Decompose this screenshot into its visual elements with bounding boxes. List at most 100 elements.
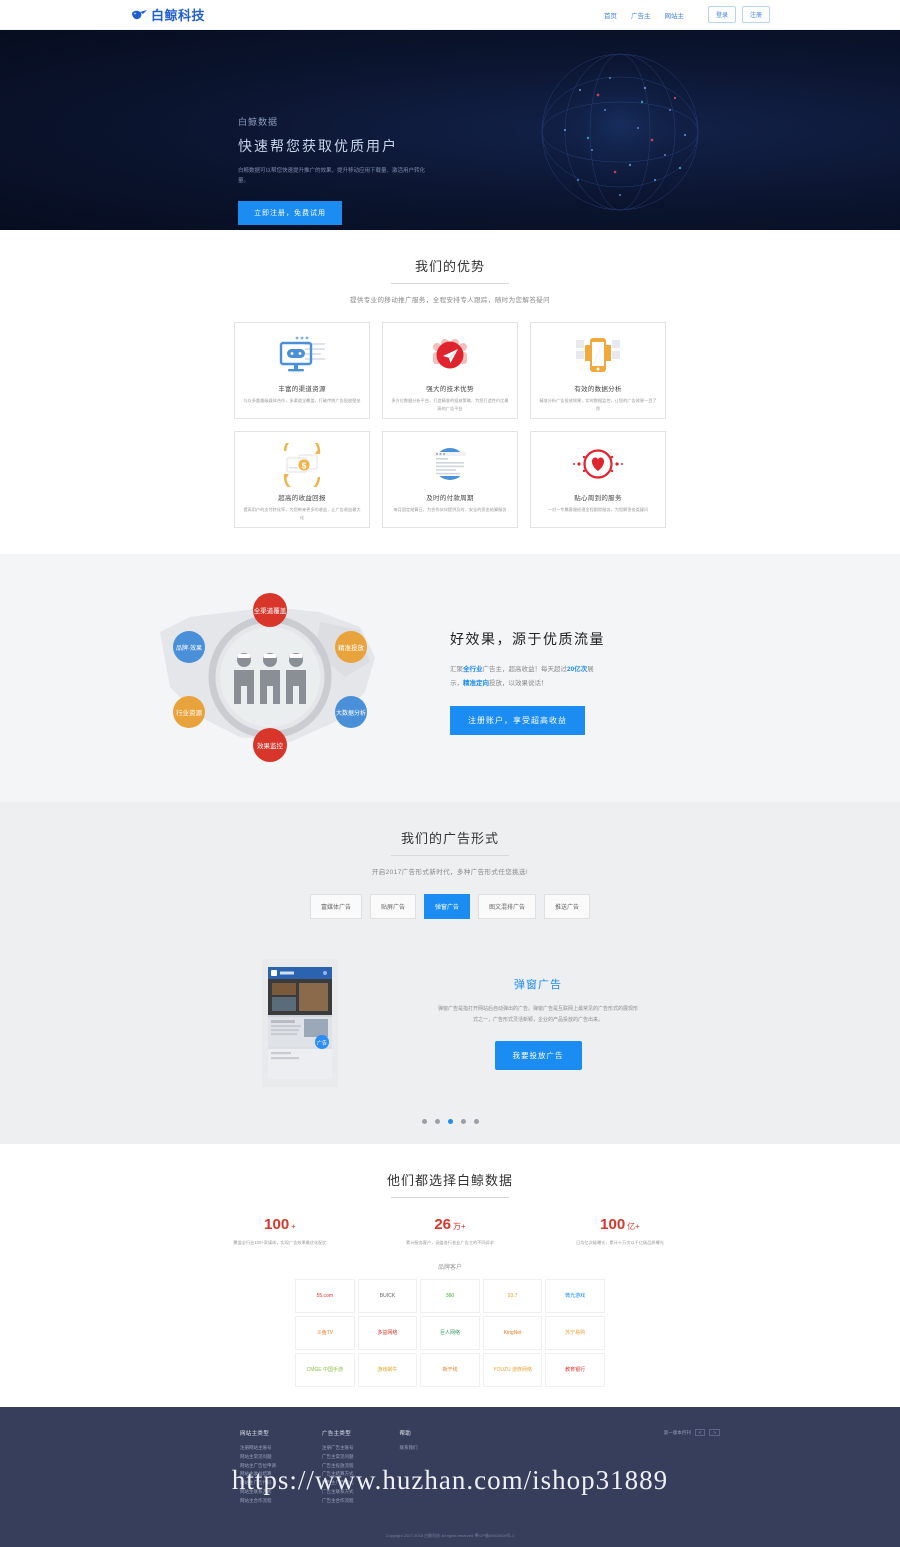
- advantage-card[interactable]: 强大的技术优势 多方位数据分析平台，打造精准的投放策略，为您打造性价比最高的广告…: [382, 322, 518, 419]
- footer-link[interactable]: 网站主收益结算: [240, 1470, 276, 1479]
- client-logo[interactable]: 55.com: [295, 1279, 355, 1314]
- footer-link[interactable]: 广告主常见问题: [322, 1453, 354, 1462]
- carousel-dot-active[interactable]: [447, 1119, 453, 1124]
- client-logo[interactable]: 苏宁易购: [545, 1316, 605, 1351]
- hero-content: 白鲸数据 快速帮您获取优质用户 白鲸数据可以帮您快速提升推广的效果，提升移动应用…: [238, 115, 538, 225]
- client-logo[interactable]: 游戏蜗牛: [357, 1353, 418, 1388]
- footer-link[interactable]: 网站主常见问题: [240, 1453, 276, 1462]
- heart-service-icon: [539, 442, 657, 488]
- client-logo[interactable]: KingNet: [482, 1316, 543, 1351]
- traffic-text-block: 好效果，源于优质流量 汇聚全行业广告主，超高收益！每天超过20亿次展示，精准定向…: [450, 619, 720, 736]
- place-ad-button[interactable]: 我要投放广告: [494, 1041, 582, 1070]
- footer-link[interactable]: 广告主投放流程: [322, 1462, 354, 1471]
- advantage-card[interactable]: 贴心周到的服务 一对一专属客服经理全程跟踪服务，为您解答各类疑问: [530, 431, 666, 528]
- ad-showcase: 广告 弹窗广告 弹窗广告是指打开网站后自动弹出的广告。弹窗广告是互联网上最常见的…: [120, 959, 780, 1087]
- register-button[interactable]: 注册: [741, 6, 770, 23]
- advantage-card[interactable]: 丰富的渠道资源 与众多重量级媒体合作，多渠道全覆盖，打破传统广告投放壁垒: [234, 322, 370, 419]
- ad-showcase-title: 弹窗广告: [514, 979, 562, 991]
- footer-column-title: 网站主类型: [240, 1431, 270, 1438]
- logo-text: 白鲸科技: [151, 8, 206, 23]
- footer-link[interactable]: 联系我们: [400, 1444, 418, 1453]
- advantage-card-desc: 提高用户的支付转化率，为您带来更多的收益，让广告收益最大化: [243, 507, 361, 520]
- header-inner: 白鲸科技 首页 广告主 网站主 登录 注册: [130, 5, 770, 24]
- carousel-dot[interactable]: [434, 1119, 440, 1124]
- client-logo[interactable]: 斗鱼TV: [295, 1316, 355, 1351]
- ad-formats-title: 我们的广告形式: [400, 831, 499, 846]
- svg-text:品牌·效果: 品牌·效果: [176, 644, 202, 652]
- site-logo[interactable]: 白鲸科技: [130, 5, 205, 24]
- hero-description: 白鲸数据可以帮您快速提升推广的效果，提升移动应用下载量、激活用户转化量。: [238, 168, 426, 185]
- carousel-dot[interactable]: [421, 1119, 427, 1124]
- hero-cta-button[interactable]: 立即注册，免费试用: [238, 200, 342, 225]
- brand-clients-label: 品牌客户: [437, 1265, 462, 1272]
- ad-formats-section: 我们的广告形式 开启2017广告形式新时代，多种广告形式任您挑选! 富媒体广告 …: [0, 802, 900, 1144]
- title-divider: [391, 283, 509, 284]
- advantage-card[interactable]: $ 超高的收益回报 提高用户的支付转化率，为您带来更多的收益，让广告收益最大化: [234, 431, 370, 528]
- stat-description: 日均亿次级曝光，累计十万次以千亿级品质曝光: [576, 1240, 664, 1245]
- ad-formats-header: 我们的广告形式 开启2017广告形式新时代，多种广告形式任您挑选!: [0, 828, 900, 876]
- stat-number: 100: [600, 1216, 626, 1233]
- client-logo[interactable]: 巨人网络: [420, 1316, 480, 1351]
- footer-link[interactable]: 广告主结算方式: [322, 1470, 354, 1479]
- client-logo[interactable]: 93.7: [482, 1279, 543, 1314]
- stat-unit: +: [291, 1222, 296, 1231]
- stat-unit: 亿+: [627, 1222, 640, 1231]
- stats-row: 100 + 覆盖全行业100+家媒体，实现广告效果最优化配比 26 万+ 累计服务客…: [200, 1216, 700, 1246]
- phone-mockup: 广告: [262, 959, 338, 1087]
- client-logo[interactable]: 教育银行: [545, 1353, 605, 1388]
- footer-link[interactable]: 广告主广告形式: [322, 1479, 354, 1488]
- advantage-card[interactable]: 有效的数据分析 精准分析广告投放效果，实时数据监控，让您的广告效果一目了然: [530, 322, 666, 419]
- svg-text:行业资源: 行业资源: [176, 708, 203, 717]
- slider-next-arrow[interactable]: >: [709, 1429, 720, 1437]
- client-logo[interactable]: 微光游戏: [545, 1279, 605, 1314]
- client-logo[interactable]: 多益网络: [357, 1316, 418, 1351]
- ad-showcase-text: 弹窗广告 弹窗广告是指打开网站后自动弹出的广告。弹窗广告是互联网上最常见的广告形…: [438, 976, 638, 1070]
- desc-part-highlight: 精准定向: [463, 679, 489, 687]
- client-logo-grid: 55.com BUICK 360 93.7 微光游戏 斗鱼TV 多益网络 巨人网…: [295, 1279, 605, 1388]
- tab-sticky-screen[interactable]: 贴屏广告: [369, 894, 416, 919]
- nav-item-publisher[interactable]: 网站主: [664, 10, 684, 20]
- login-button[interactable]: 登录: [707, 6, 736, 23]
- client-logo[interactable]: BUICK: [357, 1279, 418, 1314]
- footer-link[interactable]: 广告主联系方式: [322, 1488, 354, 1497]
- advantage-card[interactable]: 及时的付款周期 每月固定结算日，为合作伙伴提供及时、安全的资金结算服务: [382, 431, 518, 528]
- footer-link[interactable]: 网站主合作流程: [240, 1497, 276, 1506]
- advantage-card-grid: 丰富的渠道资源 与众多重量级媒体合作，多渠道全覆盖，打破传统广告投放壁垒 强大的…: [234, 322, 666, 528]
- footer-link[interactable]: 网站主广告位申请: [240, 1462, 276, 1471]
- tab-text-image[interactable]: 图文混排广告: [478, 894, 537, 919]
- footer-link[interactable]: 网站主联系方式: [240, 1488, 276, 1497]
- advantage-card-title: 及时的付款周期: [426, 495, 474, 502]
- svg-text:$: $: [302, 461, 307, 470]
- footer-link[interactable]: 注册网站主账号: [240, 1444, 276, 1453]
- client-logo[interactable]: 新干线: [420, 1353, 480, 1388]
- tab-popup[interactable]: 弹窗广告: [423, 894, 470, 919]
- paper-plane-icon: [391, 333, 509, 379]
- tab-push[interactable]: 推送广告: [544, 894, 591, 919]
- nav-item-home[interactable]: 首页: [604, 10, 617, 20]
- footer-link[interactable]: 广告主合作流程: [322, 1497, 354, 1506]
- slider-prev-arrow[interactable]: <: [694, 1429, 706, 1437]
- advantage-card-title: 有效的数据分析: [574, 386, 622, 393]
- client-logo[interactable]: 360: [420, 1279, 480, 1314]
- stat-item: 26 万+ 累计服务客户，涵盖各行各业广告主的不同诉求: [370, 1216, 530, 1246]
- nav-item-advertiser[interactable]: 广告主: [631, 10, 651, 20]
- stat-number: 26: [434, 1216, 451, 1233]
- footer-slider: 第一版本月刊 < >: [664, 1429, 720, 1437]
- tab-rich-media[interactable]: 富媒体广告: [309, 894, 362, 919]
- client-logo[interactable]: CMGE 中国手游: [295, 1353, 355, 1388]
- carousel-dot[interactable]: [473, 1119, 479, 1124]
- traffic-description: 汇聚全行业广告主，超高收益！每天超过20亿次展示，精准定向投放，以效果说话！: [450, 663, 600, 690]
- svg-text:效果监控: 效果监控: [257, 741, 284, 750]
- footer-column-publisher: 网站主类型 注册网站主账号 网站主常见问题 网站主广告位申请 网站主收益结算 网…: [240, 1429, 276, 1505]
- carousel-dot[interactable]: [460, 1119, 466, 1124]
- advantage-card-desc: 精准分析广告投放效果，实时数据监控，让您的广告效果一目了然: [539, 398, 657, 411]
- traffic-cta-button[interactable]: 注册账户，享受超高收益: [450, 706, 585, 736]
- footer-link[interactable]: 注册广告主账号: [322, 1444, 354, 1453]
- client-logo[interactable]: YOUZU 游族网络: [482, 1353, 543, 1388]
- advantage-card-desc: 多方位数据分析平台，打造精准的投放策略，为您打造性价比最高的广告平台: [391, 398, 509, 411]
- copyright-text: Copyright 2017-2018 白鲸科技 All rights rese…: [385, 1533, 515, 1539]
- title-divider: [391, 1197, 509, 1198]
- clients-header: 他们都选择白鲸数据: [0, 1170, 900, 1198]
- footer-link[interactable]: 网站主广告代码: [240, 1479, 276, 1488]
- mobile-data-icon: [539, 333, 657, 379]
